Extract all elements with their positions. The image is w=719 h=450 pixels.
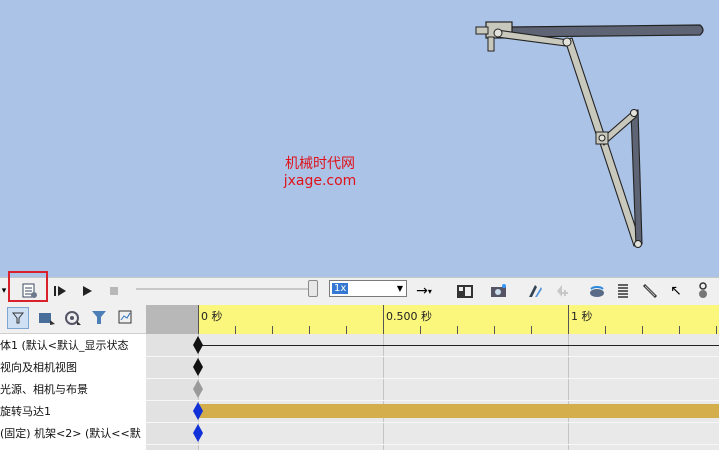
damper-icon[interactable]	[641, 281, 659, 301]
calculate-highlight-frame	[8, 271, 48, 302]
tree-item[interactable]: 视向及相机视图	[0, 357, 77, 379]
ruler-label: 0 秒	[201, 310, 223, 323]
autokey-icon[interactable]	[525, 281, 545, 301]
playback-speed-select[interactable]: 1x ▼	[329, 280, 407, 297]
motor-icon[interactable]	[587, 281, 607, 301]
filter-icon[interactable]	[7, 307, 29, 329]
tree-item[interactable]: 体1 (默认<默认_显示状态	[0, 335, 129, 357]
timeline-gutter	[146, 334, 198, 450]
timeline-slider-thumb[interactable]	[308, 280, 318, 297]
force-icon[interactable]: ↖	[667, 281, 685, 301]
filter-driving-icon[interactable]	[62, 307, 84, 329]
collapse-arrow-icon[interactable]: ▾	[0, 281, 8, 301]
tree-item[interactable]: 旋转马达1	[0, 401, 51, 423]
graphics-viewport[interactable]: 机械时代网 jxage.com	[0, 0, 719, 277]
watermark-line2: jxage.com	[283, 173, 357, 189]
save-animation-icon[interactable]	[455, 281, 475, 301]
play-icon[interactable]	[78, 281, 96, 301]
timeline-slider-track[interactable]	[136, 288, 318, 290]
watermark-line1: 机械时代网	[285, 156, 355, 172]
motor-track-bar[interactable]	[198, 404, 719, 418]
timeline-tracks[interactable]	[146, 334, 719, 450]
linkage-mechanism-model[interactable]	[0, 0, 719, 277]
timeline-area[interactable]	[146, 334, 719, 450]
play-from-start-icon[interactable]	[51, 281, 69, 301]
tree-item[interactable]: (固定) 机架<2> (默认<<默	[0, 423, 141, 445]
playback-mode-arrow-icon[interactable]: → ▾	[409, 281, 439, 301]
contact-icon[interactable]	[694, 281, 712, 301]
ruler-label: 0.500 秒	[386, 310, 432, 323]
ruler-label: 1 秒	[571, 310, 593, 323]
stop-icon[interactable]	[106, 281, 122, 301]
tree-item[interactable]: 光源、相机与布景	[0, 379, 88, 401]
filter-animated-icon[interactable]	[36, 307, 58, 329]
playback-speed-value: 1x	[332, 283, 349, 294]
timeline-ruler-gutter	[146, 305, 198, 334]
add-update-key-icon[interactable]	[551, 281, 571, 301]
filter-results-icon[interactable]	[116, 307, 138, 329]
animation-wizard-icon[interactable]	[489, 281, 509, 301]
spring-icon[interactable]	[614, 281, 632, 301]
timeline-ruler[interactable]: 0 秒 0.500 秒 1 秒	[198, 305, 719, 334]
ruler-tick-marks	[198, 305, 717, 334]
chevron-down-icon[interactable]: ▼	[397, 281, 403, 296]
filter-selected-icon[interactable]	[89, 307, 111, 329]
filter-toolbar	[0, 305, 146, 334]
feature-tree: 体1 (默认<默认_显示状态 视向及相机视图 光源、相机与布景 旋转马达1 (固定) 机…	[0, 334, 148, 450]
